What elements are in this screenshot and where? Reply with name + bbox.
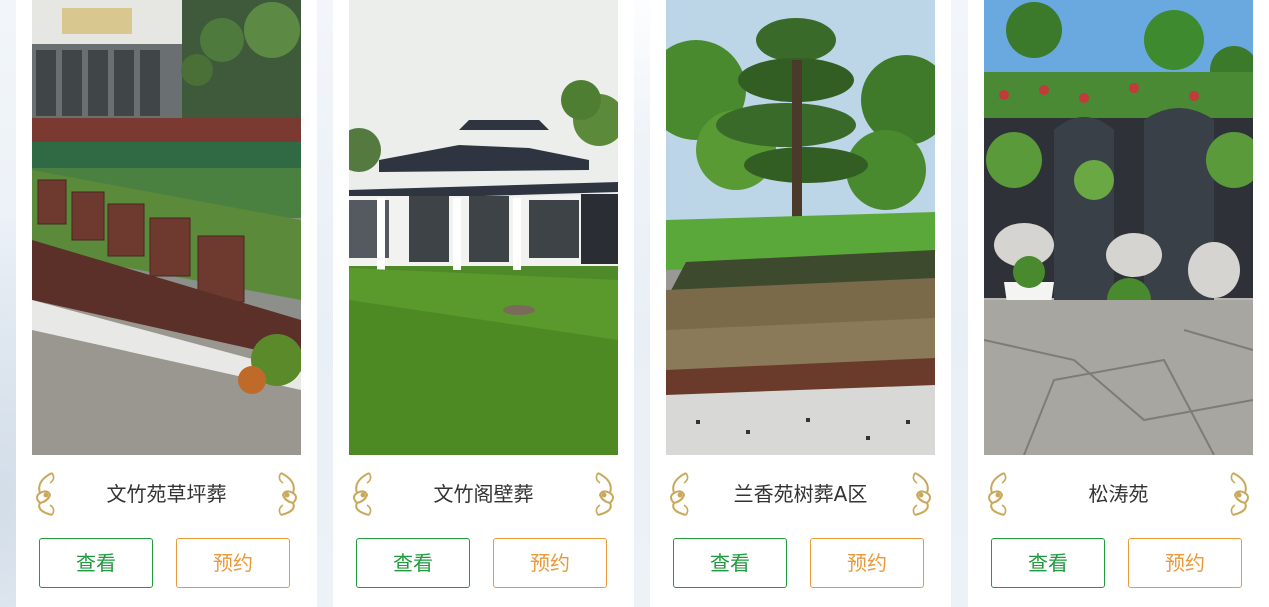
ornament-scroll-icon (595, 472, 614, 516)
book-button[interactable]: 预约 (493, 538, 607, 588)
ornament-scroll-icon (36, 472, 55, 516)
cemetery-card-4: 松涛苑 查看 预约 (968, 0, 1269, 607)
cemetery-card-2: 文竹阁壁葬 查看 预约 (333, 0, 634, 607)
ornament-scroll-icon (278, 472, 297, 516)
card-photo[interactable] (666, 0, 935, 455)
book-button[interactable]: 预约 (1128, 538, 1242, 588)
view-button[interactable]: 查看 (39, 538, 153, 588)
card-title: 文竹苑草坪葬 (106, 482, 227, 506)
card-title-row: 文竹苑草坪葬 (16, 466, 317, 522)
ornament-scroll-icon (353, 472, 372, 516)
book-button[interactable]: 预约 (176, 538, 290, 588)
card-title: 文竹阁壁葬 (433, 482, 534, 506)
ornament-scroll-icon (912, 472, 931, 516)
lawn-burial-photo (32, 0, 301, 455)
view-button[interactable]: 查看 (673, 538, 787, 588)
ornament-scroll-icon (988, 472, 1007, 516)
card-photo[interactable] (32, 0, 301, 455)
book-button[interactable]: 预约 (810, 538, 924, 588)
stone-lion-garden-photo (984, 0, 1253, 455)
view-button[interactable]: 查看 (356, 538, 470, 588)
card-title: 兰香苑树葬A区 (733, 482, 868, 506)
card-title-row: 兰香苑树葬A区 (650, 466, 951, 522)
wall-niche-photo (349, 0, 618, 455)
card-title-row: 松涛苑 (968, 466, 1269, 522)
cemetery-card-3: 兰香苑树葬A区 查看 预约 (650, 0, 951, 607)
ornament-scroll-icon (1230, 472, 1249, 516)
card-title-row: 文竹阁壁葬 (333, 466, 634, 522)
cemetery-card-1: 文竹苑草坪葬 查看 预约 (16, 0, 317, 607)
ornament-scroll-icon (670, 472, 689, 516)
tree-burial-photo (666, 0, 935, 455)
card-photo[interactable] (984, 0, 1253, 455)
view-button[interactable]: 查看 (991, 538, 1105, 588)
card-photo[interactable] (349, 0, 618, 455)
card-title: 松涛苑 (1088, 482, 1149, 506)
